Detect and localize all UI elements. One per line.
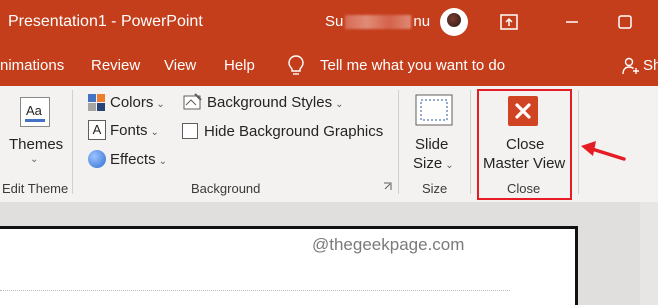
lightbulb-icon[interactable] xyxy=(287,54,305,78)
watermark: @thegeekpage.com xyxy=(312,235,465,254)
hide-background-label[interactable]: Hide Background Graphics xyxy=(204,123,383,140)
slide-size-label-2: Size xyxy=(413,155,443,172)
slide-master-thumbnail[interactable] xyxy=(0,226,578,305)
maximize-icon[interactable] xyxy=(615,12,635,32)
chevron-down-icon: ⌄ xyxy=(156,99,165,110)
slide-size-label-1[interactable]: Slide xyxy=(415,136,448,153)
tab-help[interactable]: Help xyxy=(224,57,255,74)
vertical-scrollbar[interactable] xyxy=(640,202,658,305)
themes-button[interactable]: Themes xyxy=(9,136,63,153)
ribbon-display-options-icon[interactable] xyxy=(499,12,519,32)
fonts-label: Fonts xyxy=(110,122,148,139)
slide-size-icon[interactable] xyxy=(415,94,453,126)
colors-button[interactable]: Colors ⌄ xyxy=(110,94,165,111)
effects-button[interactable]: Effects ⌄ xyxy=(110,151,167,168)
account-name-end: nu xyxy=(413,13,431,30)
chevron-down-icon[interactable]: ⌄ xyxy=(30,154,38,165)
title-bar: Presentation1 - PowerPoint Su nu xyxy=(0,0,658,46)
close-master-view-highlight xyxy=(477,89,572,200)
account-name-start: Su xyxy=(325,13,344,30)
group-divider xyxy=(72,90,73,194)
tab-view[interactable]: View xyxy=(164,57,196,74)
share-icon[interactable] xyxy=(621,56,641,76)
background-styles-button[interactable]: Background Styles ⌄ xyxy=(207,94,343,111)
share-label[interactable]: Sh xyxy=(643,57,658,74)
tab-review[interactable]: Review xyxy=(91,57,140,74)
background-styles-label: Background Styles xyxy=(207,94,333,111)
slide-size-button[interactable]: Size ⌄ xyxy=(413,155,454,172)
group-label-size: Size xyxy=(422,181,448,196)
minimize-icon[interactable] xyxy=(562,12,582,32)
placeholder-border xyxy=(0,290,510,291)
redacted-name xyxy=(345,15,412,30)
effects-label: Effects xyxy=(110,151,156,168)
account-name[interactable]: Su nu xyxy=(325,13,430,30)
chevron-down-icon: ⌄ xyxy=(158,156,167,167)
tell-me-search[interactable]: Tell me what you want to do xyxy=(320,57,505,74)
fonts-button[interactable]: Fonts ⌄ xyxy=(110,122,159,139)
fonts-icon: A xyxy=(88,120,106,140)
hide-background-checkbox[interactable] xyxy=(182,123,198,139)
window-title: Presentation1 - PowerPoint xyxy=(8,13,203,30)
colors-label: Colors xyxy=(110,94,154,111)
effects-icon xyxy=(88,150,106,168)
avatar[interactable] xyxy=(440,8,468,36)
background-styles-icon xyxy=(183,93,202,110)
group-divider xyxy=(398,90,399,194)
annotation-arrow-icon xyxy=(581,141,626,161)
tab-animations[interactable]: nimations xyxy=(0,57,64,74)
group-label-background: Background xyxy=(191,181,261,196)
chevron-down-icon: ⌄ xyxy=(150,127,159,138)
chevron-down-icon: ⌄ xyxy=(445,160,454,171)
dialog-launcher-icon[interactable] xyxy=(383,182,392,191)
group-label-edit-theme: Edit Theme xyxy=(2,181,69,196)
chevron-down-icon: ⌄ xyxy=(335,99,344,110)
ribbon-tabs: nimations Review View Help Tell me what … xyxy=(0,46,658,86)
themes-icon[interactable]: Aa xyxy=(20,97,50,127)
group-divider xyxy=(470,90,471,194)
